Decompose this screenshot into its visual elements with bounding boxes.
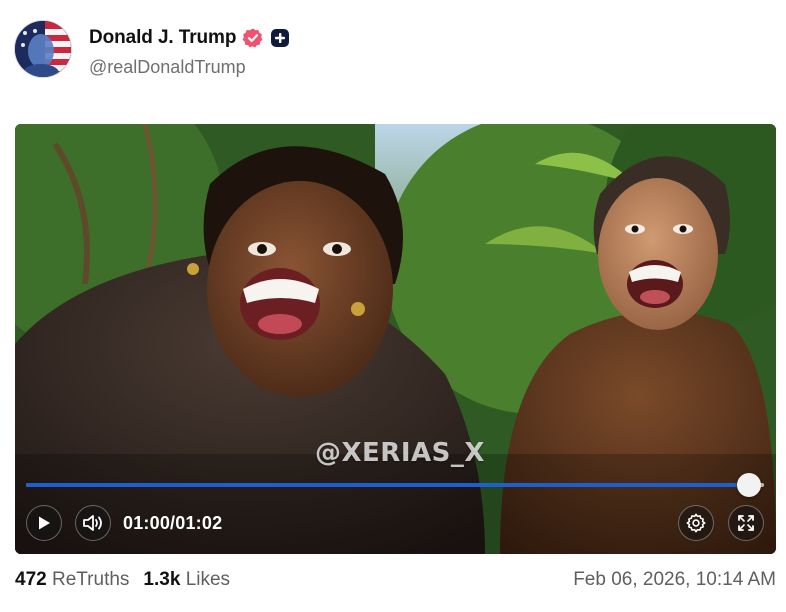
plus-badge-icon xyxy=(270,28,290,48)
volume-icon xyxy=(83,515,102,531)
play-button[interactable] xyxy=(26,505,62,541)
avatar[interactable] xyxy=(14,20,72,78)
author-block: Donald J. Trump @realDonaldTrump xyxy=(89,26,290,78)
likes-stat[interactable]: 1.3k Likes xyxy=(143,569,230,590)
post: Donald J. Trump @realDonaldTrump @XERIAS… xyxy=(0,0,786,612)
progress-bar[interactable] xyxy=(26,473,764,497)
likes-label: Likes xyxy=(185,569,231,590)
settings-button[interactable] xyxy=(678,505,714,541)
gear-icon xyxy=(686,513,706,533)
play-icon xyxy=(39,516,50,530)
post-footer: 472 ReTruths 1.3k Likes Feb 06, 2026, 10:… xyxy=(15,569,776,595)
time-total: 01:02 xyxy=(175,513,223,533)
post-stats: 472 ReTruths 1.3k Likes xyxy=(15,569,230,591)
time-current: 01:00 xyxy=(123,513,171,533)
time-display: 01:00/01:02 xyxy=(123,513,222,534)
avatar-image xyxy=(15,21,71,77)
progress-fill xyxy=(26,483,750,487)
video-player[interactable]: @XERIAS_X 01:00/01:02 xyxy=(15,124,776,554)
verified-badge-icon xyxy=(242,27,264,49)
post-timestamp[interactable]: Feb 06, 2026, 10:14 AM xyxy=(573,569,776,591)
video-frame xyxy=(15,124,776,554)
video-watermark: @XERIAS_X xyxy=(315,438,485,468)
retruths-stat[interactable]: 472 ReTruths xyxy=(15,569,129,590)
volume-button[interactable] xyxy=(75,505,111,541)
likes-count: 1.3k xyxy=(143,569,181,590)
fullscreen-icon xyxy=(738,515,754,531)
retruths-count: 472 xyxy=(15,569,47,590)
author-display-name[interactable]: Donald J. Trump xyxy=(89,27,236,49)
fullscreen-button[interactable] xyxy=(728,505,764,541)
retruths-label: ReTruths xyxy=(51,569,130,590)
author-handle[interactable]: @realDonaldTrump xyxy=(89,57,290,78)
author-name-row: Donald J. Trump xyxy=(89,26,290,50)
